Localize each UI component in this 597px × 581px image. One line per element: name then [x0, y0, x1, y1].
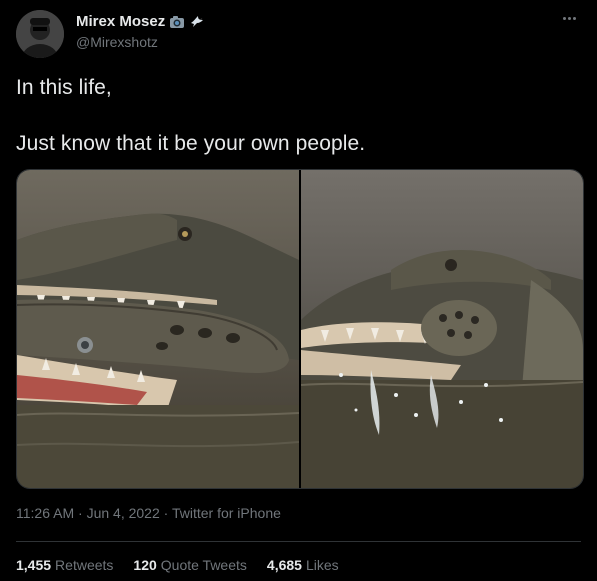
author-handle[interactable]: @Mirexshotz: [76, 34, 158, 50]
tweet-date[interactable]: Jun 4, 2022: [87, 505, 160, 521]
media-photo-left[interactable]: [17, 170, 299, 488]
likes-count: 4,685: [266, 557, 302, 573]
author-name-row[interactable]: Mirex Mosez: [76, 13, 205, 30]
quote-tweets-label: Quote Tweets: [160, 557, 247, 573]
tweet-card: Mirex Mosez @Mirexshotz In this life, Ju…: [0, 0, 597, 581]
more-options-icon[interactable]: [559, 12, 579, 24]
tweet-stats: 1,455 Retweets 120 Quote Tweets 4,685 Li…: [16, 557, 339, 573]
retweets-label: Retweets: [55, 557, 114, 573]
camera-emoji-icon: [169, 14, 185, 30]
media-photo-right[interactable]: [301, 170, 583, 488]
dove-emoji-icon: [189, 14, 205, 30]
divider: [16, 541, 581, 542]
tweet-text-line-1: In this life,: [16, 76, 112, 99]
tweet-text-line-2: Just know that it be your own people.: [16, 132, 366, 155]
avatar[interactable]: [16, 10, 64, 58]
tweet-media[interactable]: [16, 169, 584, 489]
tweet-time[interactable]: 11:26 AM: [16, 505, 74, 521]
author-display-name[interactable]: Mirex Mosez: [76, 13, 165, 30]
quote-tweets-count: 120: [133, 557, 157, 573]
meta-separator: ·: [78, 505, 83, 521]
tweet-meta: 11:26 AM · Jun 4, 2022 · Twitter for iPh…: [16, 505, 281, 521]
likes-label: Likes: [305, 557, 339, 573]
likes-stat[interactable]: 4,685 Likes: [267, 557, 339, 573]
retweets-stat[interactable]: 1,455 Retweets: [16, 557, 113, 573]
avatar-image: [16, 10, 64, 58]
retweets-count: 1,455: [16, 557, 52, 573]
quote-tweets-stat[interactable]: 120 Quote Tweets: [133, 557, 247, 573]
tweet-source[interactable]: Twitter for iPhone: [172, 505, 281, 521]
meta-separator: ·: [163, 505, 169, 521]
